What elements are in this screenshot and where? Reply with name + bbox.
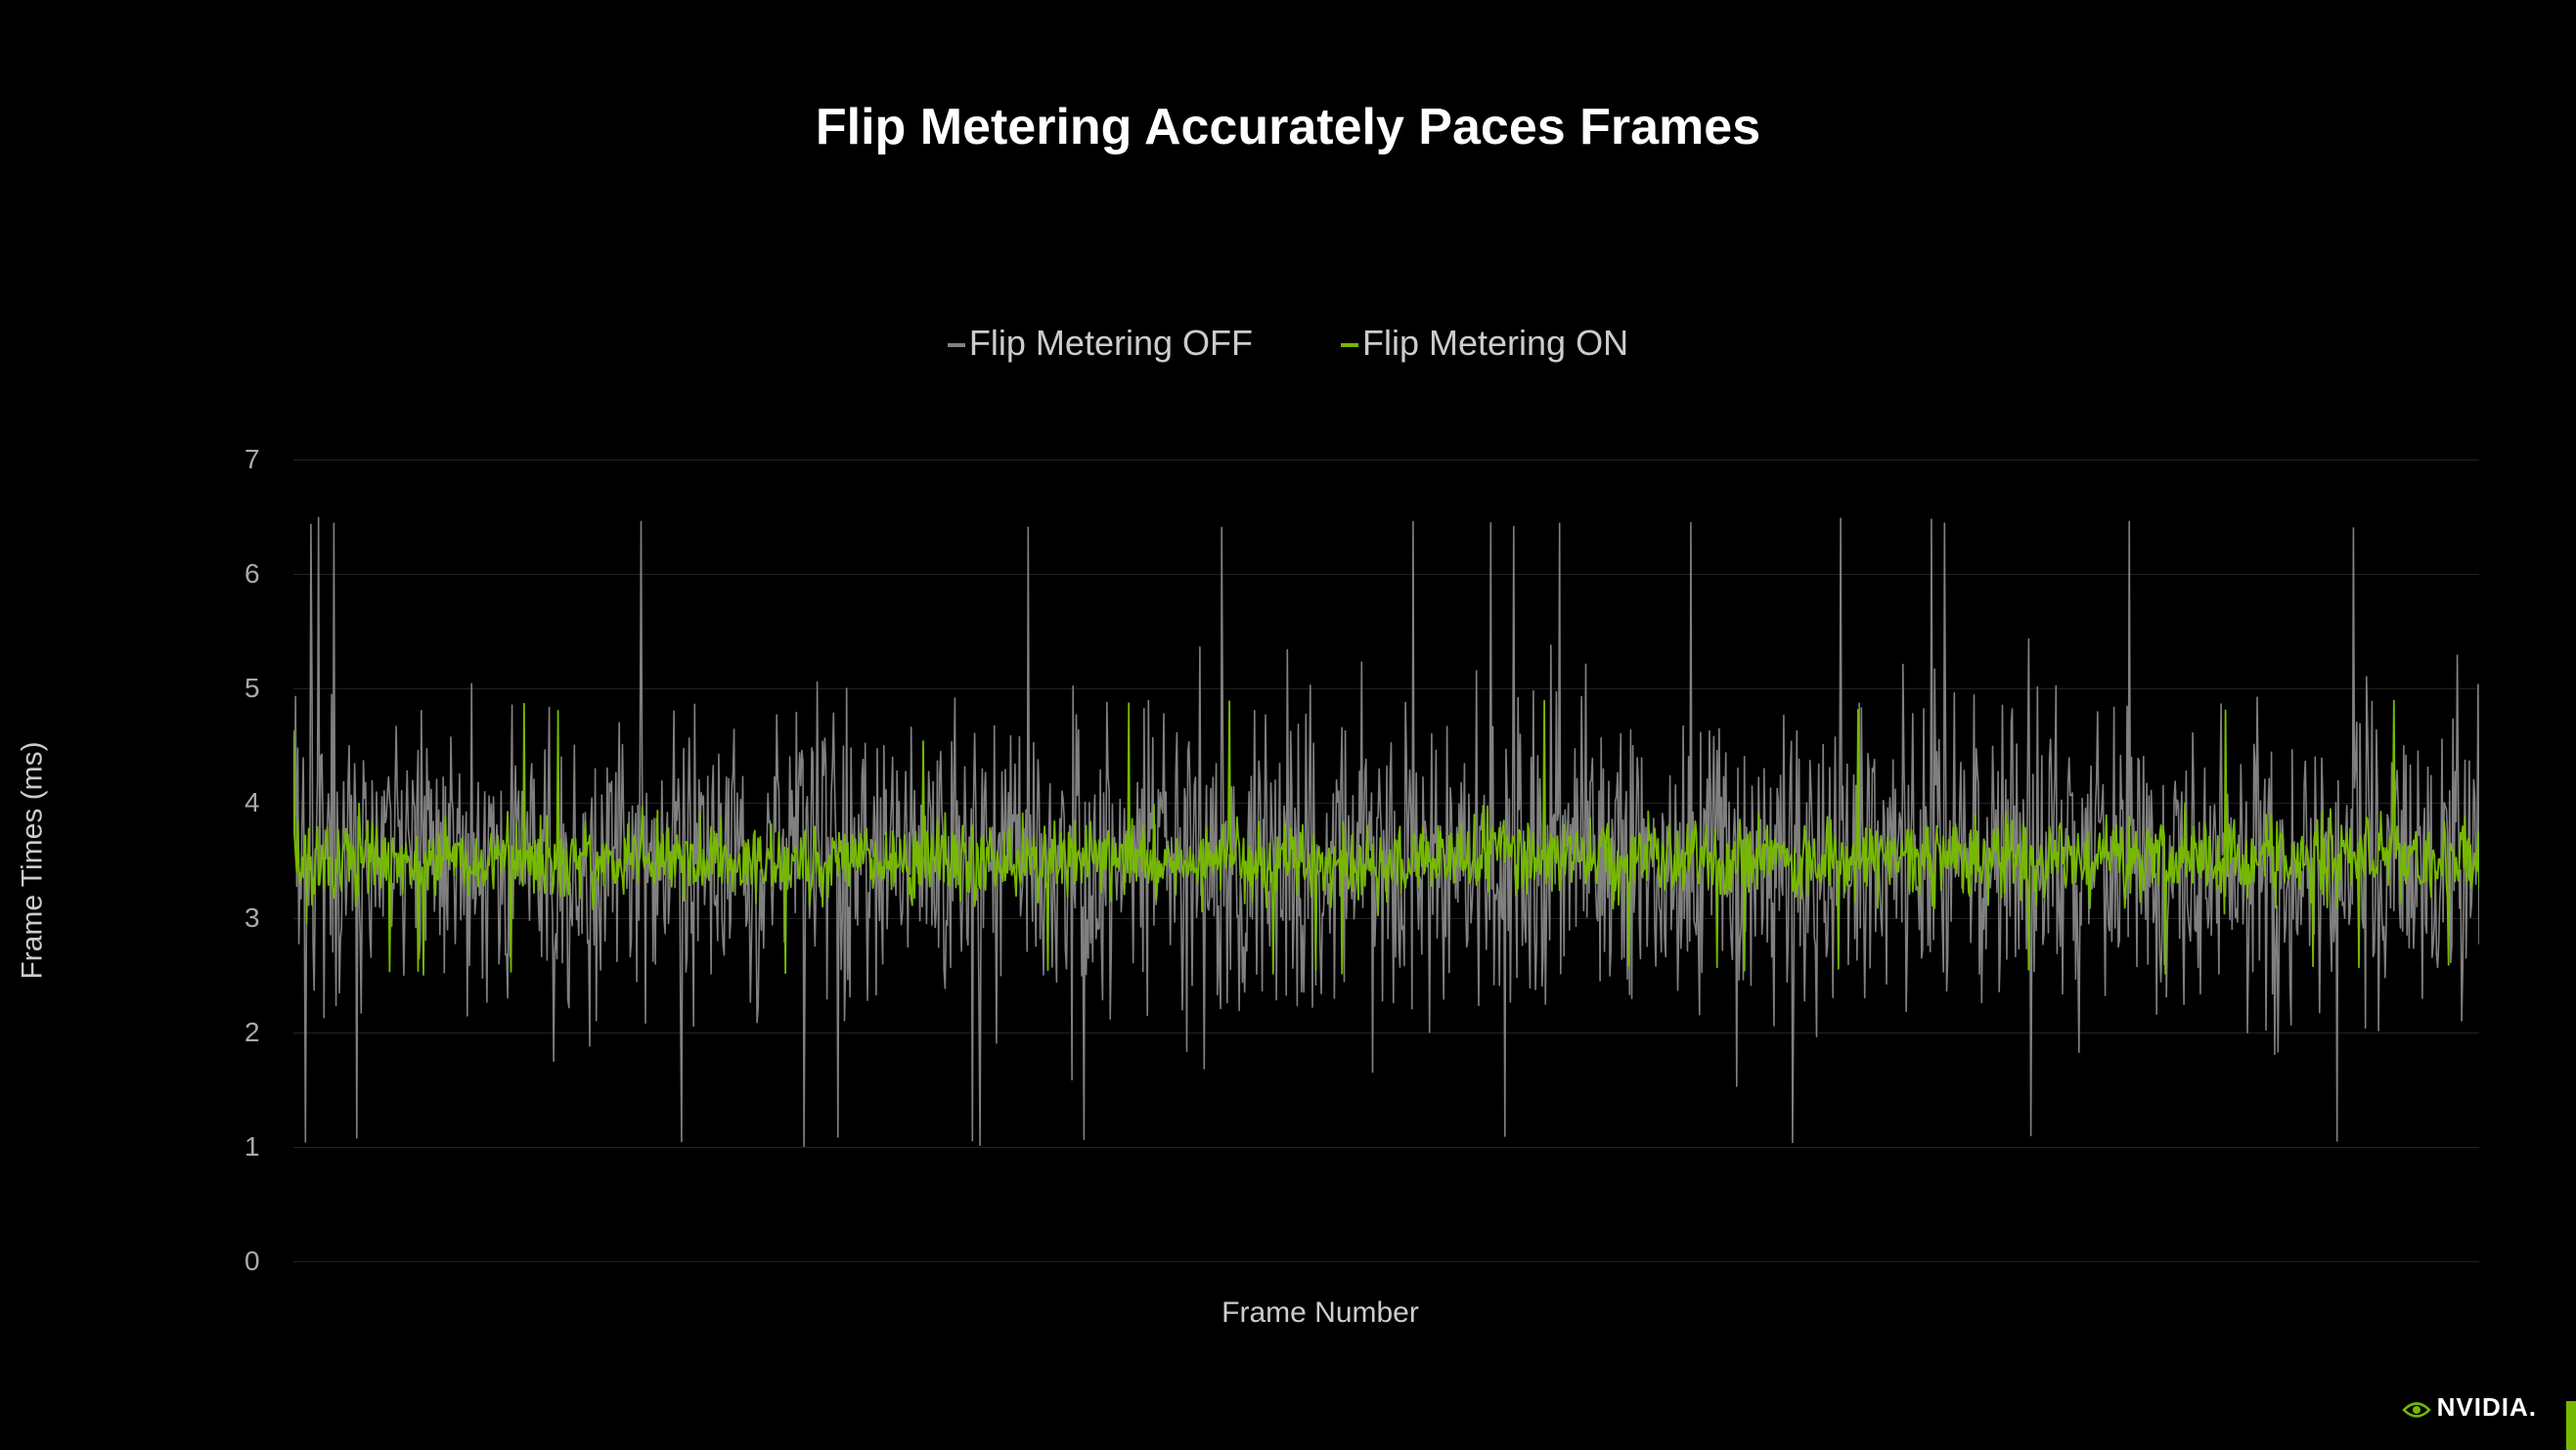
chart-title: Flip Metering Accurately Paces Frames [0, 0, 2576, 156]
chart-area: Frame Times (ms) Frame Number 01234567 [161, 460, 2479, 1261]
brand-text: NVIDIA. [2437, 1392, 2537, 1423]
y-tick: 2 [244, 1017, 260, 1048]
brand-logo: NVIDIA. [2402, 1392, 2537, 1423]
y-tick: 1 [244, 1131, 260, 1163]
legend-label-on: Flip Metering ON [1362, 323, 1628, 363]
y-tick: 5 [244, 673, 260, 704]
series-on [293, 460, 2479, 1261]
nvidia-eye-icon [2402, 1397, 2431, 1419]
y-axis-label: Frame Times (ms) [16, 741, 49, 979]
y-tick: 7 [244, 444, 260, 475]
legend-swatch-on [1341, 343, 1358, 347]
x-axis-label: Frame Number [1221, 1296, 1419, 1330]
legend-item-on: Flip Metering ON [1341, 323, 1628, 363]
y-tick: 6 [244, 558, 260, 590]
legend-swatch-off [948, 343, 965, 347]
gridline [293, 1261, 2479, 1262]
y-tick: 4 [244, 787, 260, 818]
y-tick: 3 [244, 902, 260, 934]
accent-strip [2566, 1401, 2576, 1450]
plot-region [293, 460, 2479, 1261]
legend: Flip Metering OFF Flip Metering ON [0, 323, 2576, 364]
y-tick: 0 [244, 1246, 260, 1277]
legend-item-off: Flip Metering OFF [948, 323, 1263, 363]
legend-label-off: Flip Metering OFF [969, 323, 1253, 363]
